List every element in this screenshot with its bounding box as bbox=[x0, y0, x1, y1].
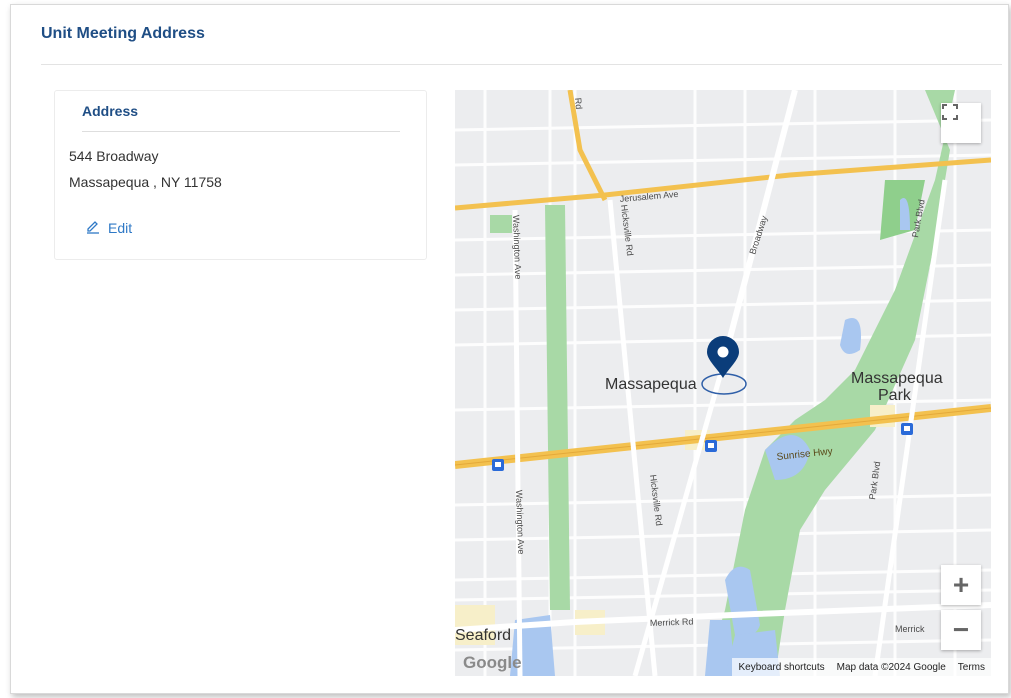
svg-text:Merrick Rd: Merrick Rd bbox=[650, 616, 694, 628]
svg-text:Massapequa: Massapequa bbox=[851, 370, 943, 387]
terms-link[interactable]: Terms bbox=[958, 662, 985, 673]
label-seaford: Seaford bbox=[455, 627, 511, 644]
address-line-2: Massapequa , NY 11758 bbox=[69, 174, 222, 190]
card-divider bbox=[82, 131, 400, 132]
google-logo: Google bbox=[463, 653, 522, 672]
train-station-icon bbox=[492, 459, 504, 471]
label-massapequa: Massapequa bbox=[605, 376, 697, 393]
address-line-1: 544 Broadway bbox=[69, 148, 159, 164]
edit-label: Edit bbox=[108, 219, 133, 236]
map-footer: Keyboard shortcuts Map data ©2024 Google… bbox=[732, 658, 991, 676]
address-card: Address 544 Broadway Massapequa , NY 117… bbox=[54, 90, 427, 260]
panel-title: Unit Meeting Address bbox=[41, 25, 205, 42]
map-data-attribution: Map data ©2024 Google bbox=[836, 661, 946, 673]
fullscreen-button[interactable] bbox=[941, 103, 981, 143]
edit-address-button[interactable]: Edit bbox=[85, 218, 132, 237]
pencil-icon bbox=[85, 218, 101, 237]
address-card-title: Address bbox=[82, 103, 139, 119]
zoom-in-button[interactable]: + bbox=[941, 565, 981, 605]
unit-meeting-address-panel: Unit Meeting Address Address 544 Broadwa… bbox=[10, 4, 1009, 694]
keyboard-shortcuts-link[interactable]: Keyboard shortcuts bbox=[738, 662, 824, 673]
svg-text:Park: Park bbox=[878, 387, 912, 404]
map[interactable]: Massapequa Massapequa Park Seaford Jerus… bbox=[455, 90, 991, 676]
zoom-out-button[interactable]: − bbox=[941, 610, 981, 650]
train-station-icon bbox=[901, 423, 913, 435]
title-divider bbox=[41, 64, 1002, 65]
svg-text:Merrick: Merrick bbox=[895, 624, 925, 634]
map-canvas[interactable]: Massapequa Massapequa Park Seaford Jerus… bbox=[455, 90, 991, 676]
svg-text:Rd: Rd bbox=[573, 97, 584, 109]
train-station-icon bbox=[705, 440, 717, 452]
